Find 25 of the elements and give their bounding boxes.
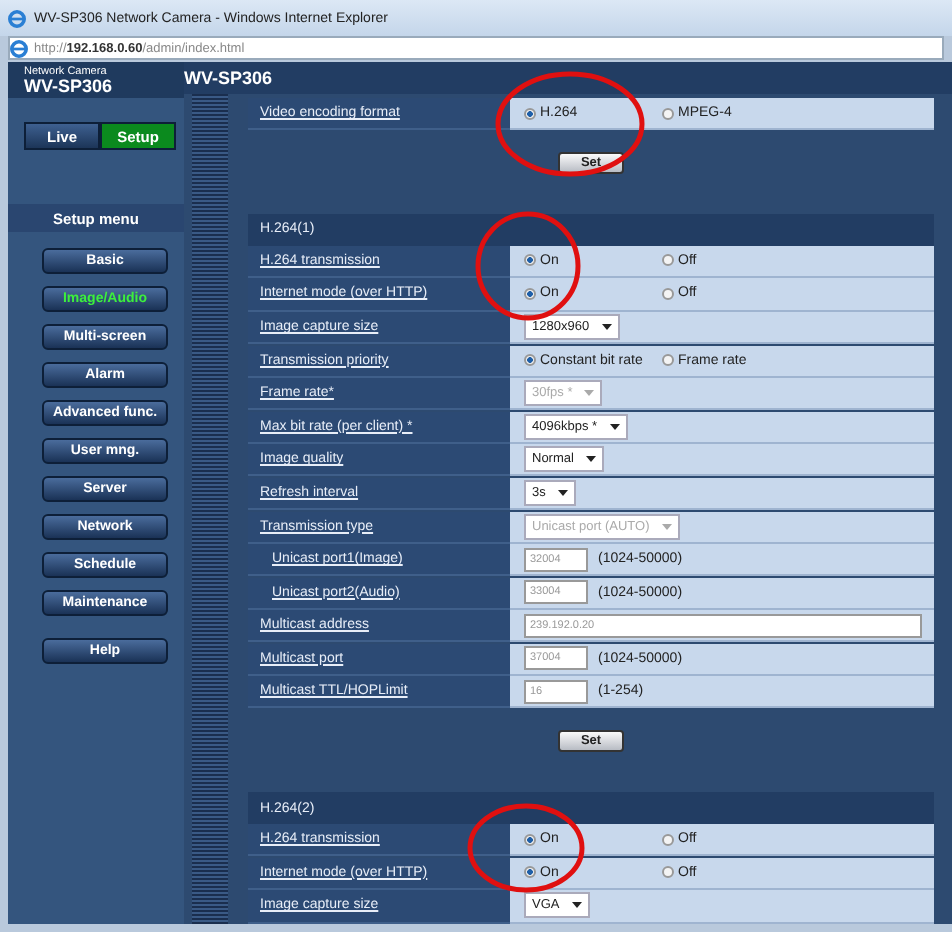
- radio-button[interactable]: [524, 107, 536, 120]
- radio-button[interactable]: [662, 354, 674, 367]
- brand-model: WV-SP306: [24, 78, 115, 96]
- caret-icon: [609, 423, 620, 430]
- radio-button[interactable]: [662, 866, 674, 879]
- caret-icon: [601, 324, 612, 331]
- radio-button[interactable]: [662, 287, 674, 300]
- radio-button[interactable]: [662, 254, 674, 267]
- radio-button[interactable]: [524, 354, 536, 367]
- annotation-circle: [475, 211, 581, 321]
- caret-icon: [585, 456, 596, 463]
- caret-icon: [571, 902, 582, 909]
- radio-button[interactable]: [662, 833, 674, 846]
- radio-button[interactable]: [524, 287, 536, 300]
- caret-icon: [661, 523, 672, 530]
- browser-icon: [8, 9, 26, 27]
- radio-button[interactable]: [524, 833, 536, 846]
- radio-button[interactable]: [662, 107, 674, 120]
- annotation-circle: [467, 803, 585, 893]
- browser-icon: [10, 39, 28, 57]
- radio-button[interactable]: [524, 254, 536, 267]
- caret-icon: [557, 489, 568, 496]
- radio-button[interactable]: [524, 866, 536, 879]
- page-title: WV-SP306: [184, 68, 273, 88]
- caret-icon: [584, 390, 595, 397]
